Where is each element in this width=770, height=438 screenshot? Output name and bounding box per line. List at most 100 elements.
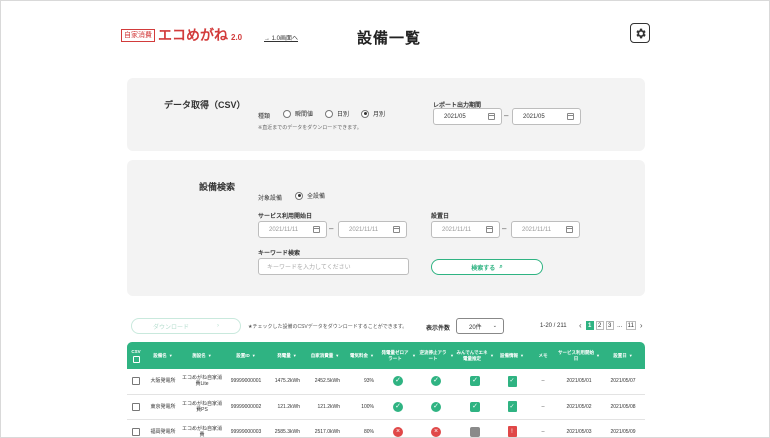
page-2[interactable]: 2 <box>595 321 604 330</box>
service-from-field[interactable]: 2021/11/11 <box>258 221 327 238</box>
col-id[interactable]: 設置ID ▼ <box>223 342 269 369</box>
prev-page-icon[interactable]: ‹ <box>577 321 584 330</box>
radio-all-dot[interactable] <box>295 191 303 200</box>
select-all-checkbox[interactable] <box>132 355 140 363</box>
keyword-input[interactable]: キーワードを入力してください <box>258 258 409 275</box>
v1-screen-link[interactable]: → 1.0画面へ <box>264 33 298 42</box>
col-estimate[interactable]: みんでんでエネ電量推定 ▼ <box>455 342 495 369</box>
install-to-field[interactable]: 2021/11/11 <box>511 221 580 238</box>
check-circle-icon: ✓ <box>393 376 403 387</box>
col-facility[interactable]: 施設名 ▼ <box>181 342 223 369</box>
col-install-date[interactable]: 設置日 ▼ <box>601 342 645 369</box>
keyword-label: キーワード検索 <box>258 251 301 257</box>
equipment-name[interactable]: 東京発電所 <box>145 394 181 420</box>
range-dash: – <box>502 224 507 233</box>
service-from-value: 2021/11/11 <box>269 226 299 233</box>
service-to-value: 2021/11/11 <box>349 226 379 233</box>
sort-icon: ▼ <box>370 352 374 358</box>
report-from-field[interactable]: 2021/05 <box>433 108 502 125</box>
document-check-icon[interactable]: ✓ <box>507 401 517 412</box>
equipment-name[interactable]: 大阪発電所 <box>145 369 181 395</box>
row-checkbox[interactable] <box>132 427 140 436</box>
equipment-name[interactable]: 福岡発電所 <box>145 419 181 437</box>
facility-name: エコめがね自家消費 <box>181 419 223 437</box>
col-generation[interactable]: 発電量 ▼ <box>269 342 305 369</box>
col-info[interactable]: 設備情報 ▼ <box>495 342 529 369</box>
error-circle-icon: × <box>393 426 403 437</box>
zero-alert-cell: × <box>379 419 417 437</box>
col-label: サービス利用開始日 <box>558 349 595 361</box>
radio-monthly[interactable]: 月別 <box>361 109 385 118</box>
col-service-start[interactable]: サービス利用開始日 ▼ <box>557 342 601 369</box>
zero-alert-cell: ✓ <box>379 394 417 420</box>
page-3[interactable]: 3 <box>605 321 614 330</box>
memo-value[interactable]: -- <box>529 394 557 420</box>
table-row[interactable]: 福岡発電所 エコめがね自家消費 99999000003 2585.3kWh 2517.0… <box>127 419 645 437</box>
fee-value: 100% <box>345 394 379 420</box>
calendar-icon <box>566 226 573 233</box>
col-csv[interactable]: CSV <box>127 342 145 369</box>
col-fee[interactable]: 電気料金 ▼ <box>345 342 379 369</box>
download-button[interactable]: ダウンロード › <box>131 318 241 334</box>
sort-icon: ▼ <box>520 352 524 358</box>
install-from-field[interactable]: 2021/11/11 <box>431 221 500 238</box>
sort-icon: ▼ <box>292 352 297 358</box>
table-header-row: CSV 設備名 ▼ 施設名 ▼ 設置ID ▼ 発電量 ▼ 自家消費量 ▼ 電気料金 ▼ 発電… <box>127 342 645 369</box>
document-check-icon[interactable]: ✓ <box>507 375 517 387</box>
table-row[interactable]: 東京発電所 エコめがね自家消費PS 99999000002 121.2kWh 121.2… <box>127 394 645 420</box>
page-11[interactable]: 11 <box>625 321 636 330</box>
document-error-icon[interactable]: ! <box>507 426 517 437</box>
col-label: みんでんでエネ電量推定 <box>456 349 488 361</box>
generation-value: 2585.3kWh <box>269 419 305 437</box>
service-start-label: サービス利用開始日 <box>258 214 313 220</box>
equipment-list-page: 自家消費 エコめがね 2.0 → 1.0画面へ 設備一覧 データ取得（CSV） … <box>0 0 770 438</box>
memo-value[interactable]: -- <box>529 369 557 395</box>
radio-instant-dot[interactable] <box>283 109 291 118</box>
result-range: 1-20 / 211 <box>540 323 567 329</box>
col-zero-alert[interactable]: 発電量ゼロアラート ▼ <box>379 342 417 369</box>
settings-button[interactable] <box>630 23 650 43</box>
table-row[interactable]: 大阪発電所 エコめがね自家消費Lite 99999000001 1475.2kWh 24… <box>127 369 645 395</box>
radio-all-equipment[interactable]: 全設備 <box>295 191 325 200</box>
page-1[interactable]: 1 <box>585 321 594 330</box>
report-to-field[interactable]: 2021/05 <box>512 108 581 125</box>
chevron-right-icon: › <box>217 323 219 329</box>
logo-badge: 自家消費 <box>121 28 155 42</box>
device-id: 99999000002 <box>223 394 269 420</box>
service-start-value: 2021/05/01 <box>557 369 601 395</box>
col-equipment[interactable]: 設備名 ▼ <box>145 342 181 369</box>
radio-instant[interactable]: 瞬間値 <box>283 109 313 118</box>
col-self-consumption[interactable]: 自家消費量 ▼ <box>305 342 345 369</box>
sort-icon: ▼ <box>168 352 173 358</box>
pagination: ‹ 1 2 3 ... 11 › <box>577 321 645 330</box>
self-consumption-value: 2452.5kWh <box>305 369 345 395</box>
radio-daily[interactable]: 日別 <box>325 109 349 118</box>
zero-alert-cell: ✓ <box>379 369 417 395</box>
estimate-cell <box>455 419 495 437</box>
service-start-value: 2021/05/03 <box>557 419 601 437</box>
row-checkbox[interactable] <box>132 377 140 386</box>
col-reverse-alert[interactable]: 逆流停止アラート ▼ <box>417 342 455 369</box>
radio-monthly-dot[interactable] <box>361 109 370 118</box>
row-checkbox[interactable] <box>132 402 140 411</box>
csv-type-radio-group: 瞬間値 日別 月別 <box>283 109 385 118</box>
search-button[interactable]: 検索する ⌕ <box>431 259 543 275</box>
estimate-cell: ✓ <box>455 394 495 420</box>
csv-section-title: データ取得（CSV） <box>164 100 246 110</box>
col-memo: メモ <box>529 342 557 369</box>
col-label: 設置日 <box>613 352 627 358</box>
col-label: メモ <box>538 352 548 358</box>
radio-daily-dot[interactable] <box>325 109 334 118</box>
service-to-field[interactable]: 2021/11/11 <box>338 221 407 238</box>
next-page-icon[interactable]: › <box>638 321 645 330</box>
csv-type-label: 種類 <box>258 114 271 120</box>
sort-icon: ▼ <box>207 352 212 358</box>
search-button-label: 検索する <box>471 265 496 272</box>
install-date-value: 2021/05/08 <box>601 394 645 420</box>
display-count-select[interactable]: 20件 ⌄ <box>456 318 504 334</box>
install-from-value: 2021/11/11 <box>442 226 472 233</box>
memo-value[interactable]: -- <box>529 419 557 437</box>
sort-icon: ▼ <box>596 352 600 358</box>
app-logo[interactable]: 自家消費 エコめがね 2.0 <box>121 25 242 45</box>
col-label: 設置ID <box>236 352 250 358</box>
